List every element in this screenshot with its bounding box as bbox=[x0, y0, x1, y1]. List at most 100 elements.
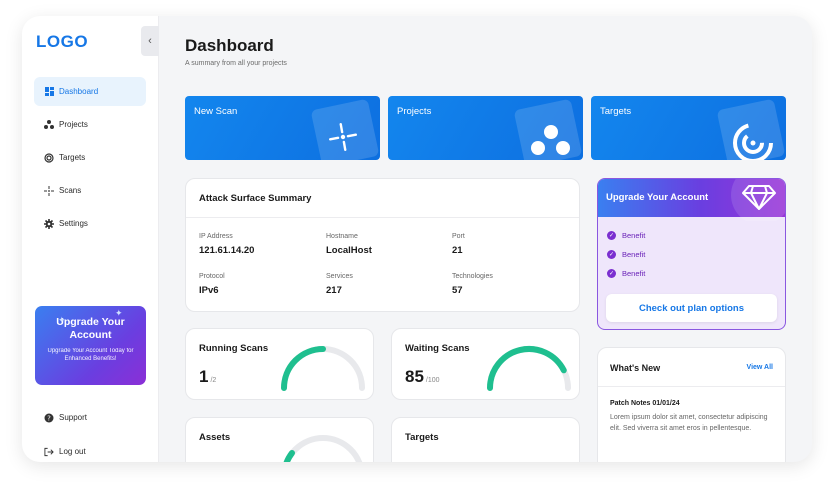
scan-count-value: 1 bbox=[199, 367, 209, 386]
sidebar-item-dashboard[interactable]: Dashboard bbox=[34, 77, 146, 106]
field-label: Hostname bbox=[326, 233, 358, 240]
svg-text:?: ? bbox=[47, 414, 51, 422]
sidebar-item-support[interactable]: ? Support bbox=[34, 403, 146, 432]
sidebar-item-label: Dashboard bbox=[59, 87, 99, 96]
logo: LOGO bbox=[36, 32, 89, 51]
scan-count-total: /2 bbox=[210, 377, 217, 384]
sidebar-item-label: Log out bbox=[59, 447, 86, 456]
sidebar-item-targets[interactable]: Targets bbox=[34, 143, 146, 172]
scan-count-total: /100 bbox=[425, 377, 440, 384]
tile-label: Projects bbox=[397, 106, 432, 117]
field-label: Port bbox=[452, 233, 465, 240]
benefit-label: Benefit bbox=[622, 269, 646, 278]
sidebar: LOGO Dashboard Projects Targets Scans Se… bbox=[22, 16, 159, 462]
app-window: LOGO Dashboard Projects Targets Scans Se… bbox=[22, 16, 812, 462]
check-icon: ✓ bbox=[607, 231, 616, 240]
card-title: Waiting Scans bbox=[405, 343, 470, 354]
field-value: 121.61.14.20 bbox=[199, 245, 255, 256]
field-label: Protocol bbox=[199, 273, 225, 280]
check-icon: ✓ bbox=[607, 269, 616, 278]
upgrade-promo-subtitle: Upgrade Your Account Today for Enhanced … bbox=[47, 348, 134, 362]
sidebar-item-projects[interactable]: Projects bbox=[34, 110, 146, 139]
assets-card: Assets bbox=[185, 417, 374, 462]
card-title: Assets bbox=[199, 432, 231, 443]
benefit-item: ✓ Benefit bbox=[607, 231, 645, 240]
projects-tile[interactable]: Projects bbox=[388, 96, 583, 160]
target-icon bbox=[733, 123, 773, 160]
scan-count-value: 85 bbox=[405, 367, 424, 386]
card-title: Attack Surface Summary bbox=[199, 193, 312, 204]
help-icon: ? bbox=[44, 413, 54, 423]
scan-count: 1 /2 bbox=[199, 367, 216, 387]
tile-label: New Scan bbox=[194, 106, 238, 117]
field-value: IPv6 bbox=[199, 285, 219, 296]
waiting-scans-gauge bbox=[487, 346, 571, 391]
hostname-field: Hostname LocalHost bbox=[326, 233, 372, 256]
tile-label: Targets bbox=[600, 106, 632, 117]
technologies-field: Technologies 57 bbox=[452, 273, 493, 296]
logout-icon bbox=[44, 447, 54, 457]
services-field: Services 217 bbox=[326, 273, 353, 296]
projects-icon bbox=[531, 125, 570, 155]
field-value: LocalHost bbox=[326, 245, 372, 256]
upgrade-promo-card[interactable]: ✦ ✦ Upgrade Your Account Upgrade Your Ac… bbox=[35, 306, 146, 385]
divider bbox=[186, 217, 579, 218]
diamond-icon bbox=[731, 179, 785, 221]
targets-tile[interactable]: Targets bbox=[591, 96, 786, 160]
field-label: Services bbox=[326, 273, 353, 280]
new-scan-tile[interactable]: New Scan bbox=[185, 96, 380, 160]
benefit-item: ✓ Benefit bbox=[607, 250, 645, 259]
gear-icon bbox=[44, 218, 54, 229]
card-title: Running Scans bbox=[199, 343, 269, 354]
field-label: IP Address bbox=[199, 233, 233, 240]
benefit-item: ✓ Benefit bbox=[607, 269, 645, 278]
target-icon bbox=[44, 152, 54, 163]
benefit-label: Benefit bbox=[622, 231, 646, 240]
field-value: 57 bbox=[452, 285, 463, 296]
assets-gauge bbox=[283, 435, 363, 462]
running-scans-gauge bbox=[281, 346, 365, 391]
whats-new-card: What's New View All Patch Notes 01/01/24… bbox=[597, 347, 786, 462]
sidebar-item-label: Projects bbox=[59, 120, 88, 129]
sidebar-item-logout[interactable]: Log out bbox=[34, 437, 146, 462]
sidebar-item-label: Support bbox=[59, 413, 88, 422]
news-body: Lorem ipsum dolor sit amet, consectetur … bbox=[610, 414, 768, 432]
news-title: Patch Notes 01/01/24 bbox=[610, 400, 680, 407]
view-all-link[interactable]: View All bbox=[747, 364, 773, 371]
upgrade-card-title: Upgrade Your Account bbox=[606, 192, 709, 203]
page-subtitle: A summary from all your projects bbox=[185, 60, 287, 67]
protocol-field: Protocol IPv6 bbox=[199, 273, 225, 296]
sparkle-icon: ✦ bbox=[58, 315, 66, 325]
upgrade-promo-title: Upgrade Your Account bbox=[56, 316, 125, 341]
sidebar-item-label: Targets bbox=[59, 153, 86, 162]
upgrade-account-card: Upgrade Your Account ✓ Benefit ✓ Benefit… bbox=[597, 178, 786, 330]
card-title: Targets bbox=[405, 432, 439, 443]
upgrade-card-header: Upgrade Your Account bbox=[598, 179, 785, 221]
targets-card: Targets bbox=[391, 417, 580, 462]
crosshair-icon bbox=[44, 185, 54, 196]
field-value: 217 bbox=[326, 285, 342, 296]
page-title: Dashboard bbox=[185, 36, 274, 55]
port-field: Port 21 bbox=[452, 233, 465, 256]
sidebar-item-label: Settings bbox=[59, 219, 88, 228]
running-scans-card: Running Scans 1 /2 bbox=[185, 328, 374, 400]
sidebar-item-label: Scans bbox=[59, 186, 82, 195]
benefit-label: Benefit bbox=[622, 250, 646, 259]
check-plan-options-button[interactable]: Check out plan options bbox=[606, 294, 777, 322]
chevron-left-icon: ‹ bbox=[148, 35, 152, 47]
collapse-sidebar-button[interactable]: ‹ bbox=[141, 26, 159, 56]
ip-address-field: IP Address 121.61.14.20 bbox=[199, 233, 254, 256]
sparkle-icon: ✦ bbox=[115, 308, 123, 318]
scan-count: 85 /100 bbox=[405, 367, 440, 387]
sidebar-item-scans[interactable]: Scans bbox=[34, 176, 146, 205]
check-icon: ✓ bbox=[607, 250, 616, 259]
projects-icon bbox=[44, 120, 54, 130]
attack-surface-card: Attack Surface Summary IP Address 121.61… bbox=[185, 178, 580, 312]
field-value: 21 bbox=[452, 245, 463, 256]
card-title: What's New bbox=[610, 363, 661, 373]
divider bbox=[598, 386, 785, 387]
field-label: Technologies bbox=[452, 273, 493, 280]
crosshair-icon bbox=[328, 122, 358, 152]
grid-icon bbox=[44, 87, 54, 97]
sidebar-item-settings[interactable]: Settings bbox=[34, 209, 146, 238]
